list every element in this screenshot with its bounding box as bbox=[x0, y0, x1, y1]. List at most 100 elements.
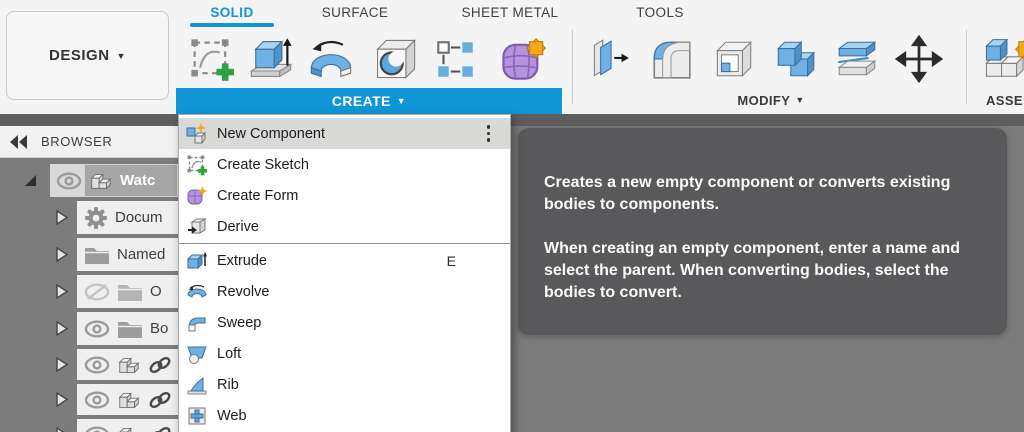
visibility-off-eye-icon[interactable] bbox=[84, 282, 110, 301]
menu-item-label: Sweep bbox=[217, 314, 262, 331]
menu-item-rib[interactable]: Rib bbox=[179, 369, 510, 400]
browser-row-linked-component[interactable] bbox=[77, 384, 178, 415]
menu-item-label: Web bbox=[217, 407, 247, 424]
create-sketch-button[interactable] bbox=[186, 30, 236, 88]
browser-row-bodies[interactable]: Bo bbox=[77, 312, 178, 345]
tooltip-paragraph: Creates a new empty component or convert… bbox=[544, 174, 951, 213]
press-pull-button[interactable] bbox=[584, 30, 634, 88]
link-chain-icon bbox=[149, 391, 171, 408]
menu-separator bbox=[179, 243, 510, 244]
menu-item-label: Rib bbox=[217, 376, 239, 393]
modify-panel-dropdown[interactable]: MODIFY ▼ bbox=[576, 91, 966, 109]
move-button[interactable] bbox=[894, 30, 944, 88]
extrude-button[interactable] bbox=[246, 30, 296, 88]
menu-item-loft[interactable]: Loft bbox=[179, 338, 510, 369]
folder-icon bbox=[118, 284, 142, 301]
collapse-panel-icon[interactable] bbox=[9, 134, 28, 150]
combine-button[interactable] bbox=[770, 30, 820, 88]
disclosure-collapsed-icon[interactable] bbox=[55, 321, 70, 336]
create-form-icon bbox=[187, 185, 208, 204]
browser-row-linked-component[interactable] bbox=[77, 349, 178, 380]
chevron-down-icon: ▼ bbox=[116, 50, 126, 61]
revolve-icon bbox=[187, 284, 207, 298]
web-icon bbox=[188, 407, 206, 424]
visibility-eye-icon[interactable] bbox=[84, 390, 110, 409]
overflow-dots-icon[interactable] bbox=[486, 125, 501, 142]
tab-surface[interactable]: SURFACE bbox=[300, 3, 410, 21]
browser-row-origin[interactable]: O bbox=[77, 275, 178, 308]
link-chain-icon bbox=[149, 426, 171, 432]
command-tooltip: Creates a new empty component or convert… bbox=[518, 128, 1007, 335]
split-body-button[interactable] bbox=[832, 30, 882, 88]
browser-header: BROWSER bbox=[0, 126, 178, 158]
create-form-button[interactable] bbox=[494, 30, 550, 88]
combine-icon bbox=[777, 41, 816, 77]
menu-item-new-component[interactable]: New Component bbox=[179, 118, 510, 149]
shell-button[interactable] bbox=[708, 30, 758, 88]
menu-item-derive[interactable]: Derive bbox=[179, 211, 510, 242]
loft-icon bbox=[187, 346, 207, 364]
design-workspace-dropdown[interactable]: DESIGN ▼ bbox=[6, 11, 169, 100]
toolbar-shadow-strip bbox=[0, 114, 1024, 126]
create-form-icon bbox=[502, 38, 547, 80]
tab-sheet-metal[interactable]: SHEET METAL bbox=[440, 3, 580, 21]
visibility-eye-icon[interactable] bbox=[84, 319, 110, 338]
disclosure-collapsed-icon[interactable] bbox=[55, 210, 70, 225]
fillet-button[interactable] bbox=[646, 30, 696, 88]
press-pull-icon bbox=[593, 39, 629, 77]
pattern-button[interactable] bbox=[430, 30, 480, 88]
create-panel-dropdown[interactable]: CREATE ▼ bbox=[176, 88, 562, 114]
menu-item-label: Derive bbox=[217, 218, 259, 235]
extrude-icon bbox=[186, 251, 207, 269]
disclosure-collapsed-icon[interactable] bbox=[55, 392, 70, 407]
tab-solid[interactable]: SOLID bbox=[190, 3, 274, 21]
assemble-panel-label: ASSE bbox=[986, 92, 1024, 108]
menu-item-label: Create Form bbox=[217, 187, 299, 204]
visibility-eye-icon[interactable] bbox=[56, 171, 82, 190]
hole-button[interactable] bbox=[370, 30, 420, 88]
browser-row-linked-component[interactable] bbox=[77, 419, 178, 432]
gear-icon bbox=[85, 206, 107, 229]
extrude-icon bbox=[249, 38, 293, 78]
menu-item-create-form[interactable]: Create Form bbox=[179, 180, 510, 211]
active-component-box[interactable]: Watc bbox=[84, 164, 178, 197]
menu-item-sweep[interactable]: Sweep bbox=[179, 307, 510, 338]
new-component-icon bbox=[985, 37, 1024, 78]
move-icon bbox=[895, 35, 943, 83]
tab-tools[interactable]: TOOLS bbox=[610, 3, 710, 21]
revolve-button[interactable] bbox=[306, 30, 356, 88]
component-icon bbox=[118, 391, 140, 408]
browser-row-root[interactable]: Watc bbox=[50, 164, 178, 197]
disclosure-collapsed-icon[interactable] bbox=[55, 357, 70, 372]
browser-row-label: O bbox=[150, 283, 162, 300]
browser-row-label: Docum bbox=[115, 209, 163, 226]
disclosure-expanded-icon[interactable] bbox=[22, 172, 37, 187]
menu-item-create-sketch[interactable]: Create Sketch bbox=[179, 149, 510, 180]
create-dropdown-menu: New Component Create Sketch Create Form bbox=[178, 114, 511, 432]
sweep-icon bbox=[188, 317, 206, 331]
component-icon bbox=[90, 172, 112, 189]
visibility-eye-icon[interactable] bbox=[84, 355, 110, 374]
browser-row-label: Watc bbox=[120, 172, 156, 189]
menu-item-shortcut: E bbox=[446, 252, 456, 269]
tab-solid-underline bbox=[190, 23, 274, 27]
new-component-icon bbox=[186, 122, 207, 144]
visibility-eye-icon[interactable] bbox=[84, 426, 110, 432]
derive-icon bbox=[188, 217, 207, 234]
disclosure-collapsed-icon[interactable] bbox=[55, 284, 70, 299]
menu-item-web[interactable]: Web bbox=[179, 400, 510, 431]
menu-item-revolve[interactable]: Revolve bbox=[179, 276, 510, 307]
folder-icon bbox=[85, 247, 109, 264]
component-icon bbox=[118, 356, 140, 373]
browser-row-document-settings[interactable]: Docum bbox=[77, 201, 178, 234]
disclosure-collapsed-icon[interactable] bbox=[55, 427, 70, 432]
tooltip-paragraph: When creating an empty component, enter … bbox=[544, 240, 961, 301]
create-panel-label: CREATE bbox=[331, 93, 391, 109]
browser-row-named-views[interactable]: Named bbox=[77, 238, 178, 271]
new-component-toolbar-button[interactable] bbox=[978, 30, 1024, 88]
assemble-panel-dropdown[interactable]: ASSE bbox=[986, 91, 1024, 109]
disclosure-collapsed-icon[interactable] bbox=[55, 247, 70, 262]
create-sketch-icon bbox=[187, 155, 207, 175]
menu-item-extrude[interactable]: Extrude E bbox=[179, 245, 510, 276]
create-sketch-icon bbox=[191, 39, 234, 81]
